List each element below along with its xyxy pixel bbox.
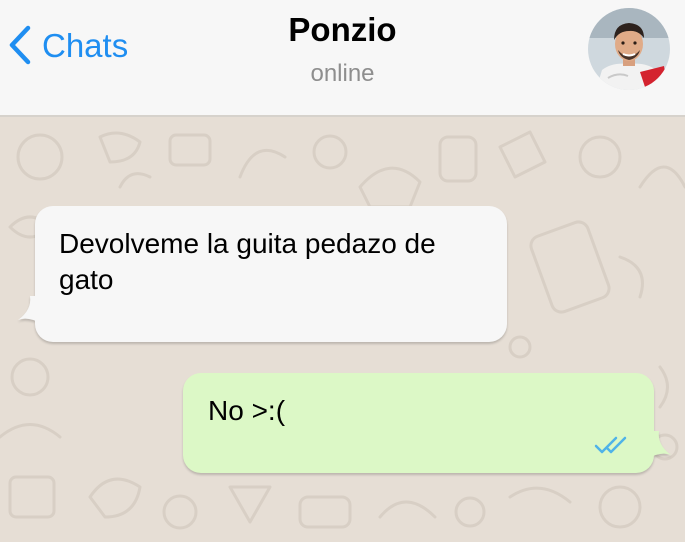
chat-header: Chats Ponzio online xyxy=(0,0,685,117)
bubble-tail-outgoing xyxy=(647,431,671,459)
chat-area[interactable]: Devolveme la guita pedazo de gato No >:( xyxy=(0,117,685,542)
contact-status: online xyxy=(310,60,375,87)
bubble-tail-incoming xyxy=(18,296,42,324)
contact-avatar[interactable] xyxy=(588,8,670,90)
contact-name[interactable]: Ponzio xyxy=(0,11,685,48)
message-text: No >:( xyxy=(208,395,286,426)
avatar-photo xyxy=(588,8,670,90)
message-text: Devolveme la guita pedazo de gato xyxy=(59,228,436,296)
message-bubble-incoming[interactable]: Devolveme la guita pedazo de gato xyxy=(18,206,507,342)
double-check-icon xyxy=(594,436,627,454)
message-bubble-outgoing[interactable]: No >:( xyxy=(183,373,671,473)
